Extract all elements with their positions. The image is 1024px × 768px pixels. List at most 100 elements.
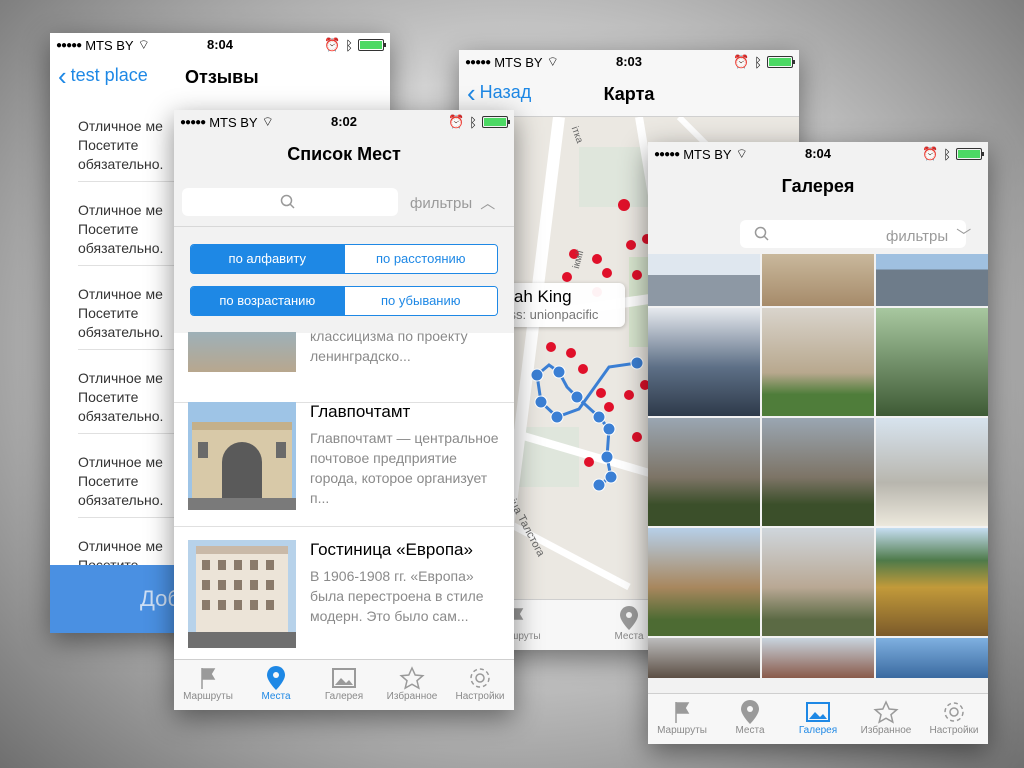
map-pin-icon (267, 666, 285, 690)
navigation-bar: Галерея (648, 164, 988, 208)
tab-label: Маршруты (183, 691, 233, 702)
list-header: ●●●●● MTS BY ⌔ 8:02 ⏰ ᛒ Список Мест фильтры… (174, 110, 514, 333)
sort-distance-option[interactable]: по расстоянию (343, 245, 497, 273)
sort-alphabet-option[interactable]: по алфавиту (191, 245, 344, 273)
battery-icon (767, 56, 795, 68)
order-descending-option[interactable]: по убыванию (343, 287, 497, 315)
tab-places[interactable]: Места (716, 694, 784, 744)
battery-icon (482, 116, 510, 128)
tab-bar: Маршруты Места Галерея Избранное Настрой… (174, 659, 514, 710)
battery-icon (358, 39, 386, 51)
gallery-photo[interactable] (876, 254, 988, 306)
hotel-image (188, 540, 296, 648)
tab-label: Галерея (324, 691, 364, 702)
place-thumbnail (188, 402, 296, 510)
tab-favorites[interactable]: Избранное (852, 694, 920, 744)
gear-icon (470, 668, 490, 688)
place-thumbnail (188, 332, 296, 372)
page-title: Отзывы (185, 67, 259, 87)
place-title: Главпочтамт (310, 402, 411, 421)
page-title: Галерея (781, 176, 855, 196)
tab-favorites[interactable]: Избранное (378, 660, 446, 710)
chevron-up-icon: ︿ (480, 195, 496, 212)
sort-segmented-control: по алфавиту по расстоянию (190, 244, 498, 274)
place-thumbnail (188, 540, 296, 648)
tab-label: Места (735, 725, 765, 736)
flag-icon (675, 702, 690, 723)
place-description: Главпочтамт — центральное почтовое предп… (310, 430, 499, 506)
picture-icon (332, 668, 356, 688)
list-item[interactable]: классицизма по проекту ленинградско... (174, 328, 514, 403)
order-ascending-option[interactable]: по возрастанию (191, 287, 344, 315)
filters-toggle[interactable]: фильтры ︿ (410, 192, 495, 213)
navigation-bar: ‹ test place Отзывы (50, 55, 390, 99)
filters-label: фильтры (410, 195, 473, 212)
tab-label: Избранное (860, 725, 912, 736)
alarm-icon: ⏰ (448, 114, 465, 129)
back-label: test place (70, 65, 148, 85)
bluetooth-icon: ᛒ (754, 54, 762, 70)
tab-label: Места (261, 691, 291, 702)
status-bar: ●●●●● MTS BY ⌔ 8:02 ⏰ ᛒ (174, 110, 514, 132)
building-image (188, 402, 296, 510)
alarm-icon: ⏰ (733, 54, 750, 69)
place-description: классицизма по проекту ленинградско... (310, 328, 468, 364)
battery-icon (956, 148, 984, 160)
list-item[interactable]: Главпочтамт Главпочтамт — центральное по… (174, 402, 514, 527)
tab-routes[interactable]: Маршруты (648, 694, 716, 744)
gear-icon (944, 702, 964, 722)
gallery-photo[interactable] (648, 528, 760, 636)
map-pin-icon (741, 700, 759, 724)
gallery-photo[interactable] (876, 638, 988, 678)
tab-label: Избранное (386, 691, 438, 702)
back-button[interactable]: ‹ test place (58, 60, 148, 91)
gallery-photo[interactable] (876, 308, 988, 416)
alarm-icon: ⏰ (922, 146, 939, 161)
navigation-bar: Список Мест (174, 132, 514, 176)
tab-gallery[interactable]: Галерея (310, 660, 378, 710)
tab-settings[interactable]: Настройки (920, 694, 988, 744)
gallery-photo[interactable] (762, 638, 874, 678)
gallery-photo[interactable] (648, 254, 760, 306)
status-bar: ●●●●● MTS BY ⌔ 8:03 ⏰ ᛒ (459, 50, 799, 72)
gallery-photo[interactable] (648, 638, 760, 678)
map-pin-icon (619, 606, 638, 630)
order-segmented-control: по возрастанию по убыванию (190, 286, 498, 316)
picture-icon (806, 702, 830, 722)
place-description: В 1906-1908 гг. «Европа» была перестроен… (310, 568, 484, 624)
chevron-down-icon: ﹀ (956, 228, 972, 245)
gallery-photo[interactable] (762, 308, 874, 416)
photo-grid (648, 254, 988, 678)
tab-label: Маршруты (657, 725, 707, 736)
bluetooth-icon: ᛒ (469, 114, 477, 130)
search-icon (280, 194, 295, 209)
gallery-photo[interactable] (876, 418, 988, 526)
tab-settings[interactable]: Настройки (446, 660, 514, 710)
search-icon (754, 226, 769, 241)
search-input[interactable] (182, 188, 398, 216)
gallery-photo[interactable] (762, 418, 874, 526)
tab-places[interactable]: Места (242, 660, 310, 710)
tab-label: Места (614, 631, 644, 642)
tab-label: Настройки (929, 725, 979, 736)
gallery-photo[interactable] (876, 528, 988, 636)
tab-routes[interactable]: Маршруты (174, 660, 242, 710)
list-item[interactable]: Гостиница «Европа» В 1906-1908 гг. «Евро… (174, 540, 514, 660)
gallery-photo[interactable] (648, 308, 760, 416)
chevron-left-icon: ‹ (58, 60, 67, 91)
filters-toggle[interactable]: фильтры ﹀ (886, 225, 971, 246)
tab-label: Настройки (455, 691, 505, 702)
tab-bar: Маршруты Места Галерея Избранное Настрой… (648, 693, 988, 744)
gallery-photo[interactable] (762, 528, 874, 636)
status-bar: ●●●●● MTS BY ⌔ 8:04 ⏰ ᛒ (648, 142, 988, 164)
page-title: Список Мест (287, 144, 401, 164)
status-bar: ●●●●● MTS BY ⌔ 8:04 ⏰ ᛒ (50, 33, 390, 55)
place-title: Гостиница «Европа» (310, 540, 473, 559)
tab-gallery[interactable]: Галерея (784, 694, 852, 744)
gallery-photo[interactable] (762, 254, 874, 306)
gallery-photo[interactable] (648, 418, 760, 526)
filters-label: фильтры (886, 228, 949, 245)
alarm-icon: ⏰ (324, 37, 341, 52)
gallery-screen: ●●●●● MTS BY ⌔ 8:04 ⏰ ᛒ Галерея фильтры ﹀ М… (648, 142, 988, 744)
places-list-screen: ●●●●● MTS BY ⌔ 8:02 ⏰ ᛒ Список Мест фильтры… (174, 110, 514, 710)
